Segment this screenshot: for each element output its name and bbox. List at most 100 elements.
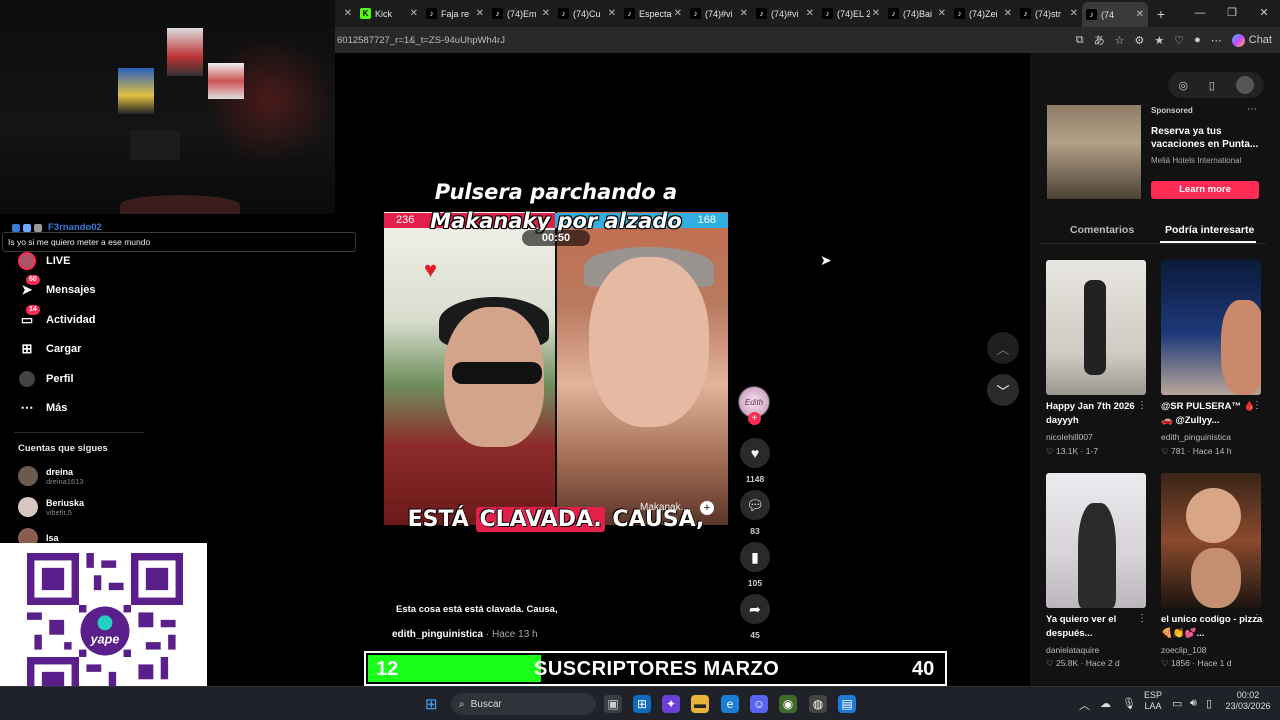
cloud-icon[interactable]: ☁	[1100, 697, 1111, 710]
open-in-app-icon[interactable]: ⧉	[1076, 34, 1084, 47]
close-tab-icon[interactable]: ✕	[872, 8, 880, 19]
minimize-icon[interactable]: —	[1184, 0, 1216, 27]
suggested-video-thumb[interactable]	[1161, 260, 1261, 395]
more-icon[interactable]: ⋮	[1252, 613, 1262, 624]
follow-plus-icon[interactable]: +	[748, 412, 761, 425]
file-explorer-icon[interactable]: ▬	[691, 695, 709, 713]
translate-icon[interactable]: あ	[1094, 32, 1105, 48]
ad-title[interactable]: Reserva ya tus vacaciones en Punta...	[1151, 125, 1259, 151]
close-tab-icon[interactable]: ✕	[674, 8, 682, 19]
following-item[interactable]: dreina dreina1613	[18, 466, 84, 486]
tab-interest[interactable]: Podría interesarte	[1165, 224, 1254, 236]
save-button[interactable]: ▮	[740, 542, 770, 572]
sidebar-item-mas[interactable]: ⋯ Más	[18, 399, 68, 417]
previous-video-button[interactable]: ︿	[987, 332, 1019, 364]
favorite-star-icon[interactable]: ☆	[1115, 34, 1125, 47]
browser-tab[interactable]: ♪ Faja re ✕	[422, 3, 488, 25]
suggested-video-thumb[interactable]	[1046, 260, 1146, 395]
url-text[interactable]: 6012587727_r=1&_t=ZS-94uUhpWh4rJ	[335, 35, 1076, 46]
suggested-video-user[interactable]: edith_pinguinistica	[1161, 432, 1231, 442]
store-icon[interactable]: ⊞	[633, 695, 651, 713]
extensions-icon[interactable]: ⚙	[1134, 34, 1144, 47]
browser-tab[interactable]: ♪ (74)Em ✕	[488, 3, 554, 25]
taskbar-search[interactable]: ⌕ Buscar	[451, 693, 596, 715]
suggested-video-thumb[interactable]	[1161, 473, 1261, 608]
share-button[interactable]: ➦	[740, 594, 770, 624]
task-view-icon[interactable]: ▣	[604, 695, 622, 713]
suggested-video-title[interactable]: el unico codigo - pizza 🍕👏💕...	[1161, 613, 1265, 641]
close-tab-icon[interactable]: ✕	[740, 8, 748, 19]
close-tab-icon[interactable]: ✕	[410, 8, 418, 19]
author-name[interactable]: edith_pinguinistica	[392, 629, 483, 640]
sidebar-item-mensajes[interactable]: ➤ 60 Mensajes	[18, 275, 96, 299]
browser-tab[interactable]: ♪ (74)#vi ✕	[686, 3, 752, 25]
close-tab-icon[interactable]: ✕	[938, 8, 946, 19]
video-player[interactable]: ♥	[384, 212, 728, 525]
ad-image[interactable]	[1047, 105, 1141, 199]
browser-tab[interactable]: ♪ (74)Cu ✕	[554, 3, 620, 25]
compass-icon[interactable]: ◎	[1178, 79, 1188, 92]
profile-avatar-icon[interactable]: ●	[1194, 34, 1201, 46]
app-icon[interactable]: ◉	[779, 695, 797, 713]
sidebar-item-live[interactable]: LIVE	[18, 252, 70, 270]
volume-icon[interactable]: 🔊︎	[1190, 697, 1197, 710]
browser-tab[interactable]: ♪ (74)Bai ✕	[884, 3, 950, 25]
more-icon[interactable]: ⋮	[1137, 613, 1147, 624]
following-item[interactable]: Beriuska vibefit.5	[18, 497, 84, 517]
close-tab-icon[interactable]: ✕	[476, 8, 484, 19]
suggested-video-title[interactable]: @SR PULSERA™ 🩸🚗 @Zullyy...	[1161, 400, 1265, 428]
browser-tab[interactable]: ♪ (74)str ✕	[1016, 3, 1082, 25]
browser-tab[interactable]: ♪ (74)#vi ✕	[752, 3, 818, 25]
phone-icon[interactable]: ▯	[1209, 79, 1215, 92]
close-tab-icon[interactable]: ✕	[542, 8, 550, 19]
sidebar-item-cargar[interactable]: ⊞ Cargar	[18, 340, 82, 358]
suggested-video-user[interactable]: nicolehill007	[1046, 432, 1093, 442]
next-video-button[interactable]: ﹀	[987, 374, 1019, 406]
restore-icon[interactable]: ❐	[1216, 0, 1248, 27]
obs-icon[interactable]: ◍	[809, 695, 827, 713]
more-icon[interactable]: ⋮	[1252, 400, 1262, 411]
close-tab-icon[interactable]: ✕	[1136, 9, 1144, 20]
like-button[interactable]: ♥	[740, 438, 770, 468]
browser-tab[interactable]: ♪ (74 ✕	[1082, 2, 1148, 27]
suggested-video-title[interactable]: Ya quiero ver el después...	[1046, 613, 1150, 641]
edge-browser-icon[interactable]: e	[721, 695, 739, 713]
close-tab-icon[interactable]: ✕	[344, 8, 352, 19]
copilot-app-icon[interactable]: ✦	[662, 695, 680, 713]
close-tab-icon[interactable]: ✕	[608, 8, 616, 19]
user-avatar[interactable]	[1235, 76, 1254, 94]
settings-more-icon[interactable]: ⋯	[1211, 34, 1222, 47]
browser-tab[interactable]: ♪ (74)Zei ✕	[950, 3, 1016, 25]
ad-more-icon[interactable]: ⋯	[1247, 104, 1257, 115]
windows-start-icon[interactable]: ⊞	[425, 695, 438, 713]
copilot-chat-button[interactable]: Chat	[1231, 33, 1272, 47]
tab-comments[interactable]: Comentarios	[1070, 224, 1134, 236]
sidebar-item-actividad[interactable]: ▭ 14 Actividad	[18, 305, 96, 329]
browser-tab[interactable]: ♪ Especta ✕	[620, 3, 686, 25]
clock[interactable]: 00:02 23/03/2026	[1222, 690, 1274, 712]
close-tab-icon[interactable]: ✕	[1004, 8, 1012, 19]
suggested-video-thumb[interactable]	[1046, 473, 1146, 608]
chevron-up-icon[interactable]: ︿	[1079, 697, 1090, 713]
add-icon[interactable]: +	[700, 501, 714, 515]
browser-tab[interactable]: K Kick ✕	[356, 3, 422, 25]
favorites-icon[interactable]: ★	[1154, 34, 1164, 47]
suggested-video-user[interactable]: danielataquire	[1046, 645, 1099, 655]
battery-icon[interactable]: ▯	[1206, 697, 1212, 710]
more-icon[interactable]: ⋮	[1137, 400, 1147, 411]
close-window-icon[interactable]: ✕	[1248, 0, 1280, 27]
discord-icon[interactable]: ☺	[750, 695, 768, 713]
video-author-row[interactable]: edith_pinguinistica · Hace 13 h	[392, 629, 538, 640]
microphone-icon[interactable]: 🎙︎	[1122, 697, 1136, 710]
close-tab-icon[interactable]: ✕	[806, 8, 814, 19]
learn-more-button[interactable]: Learn more	[1151, 181, 1259, 199]
browser-tab[interactable]: ♪ (74)EL 2 ✕	[818, 3, 884, 25]
close-tab-icon[interactable]: ✕	[1070, 8, 1078, 19]
new-tab-button[interactable]: +	[1148, 6, 1174, 22]
network-icon[interactable]: ▭	[1172, 697, 1182, 710]
app-icon[interactable]: ▤	[838, 695, 856, 713]
language-indicator[interactable]: ESP LAA	[1141, 690, 1165, 712]
comment-button[interactable]: 💬︎	[740, 490, 770, 520]
heartbeat-icon[interactable]: ♡	[1174, 34, 1184, 47]
sidebar-item-perfil[interactable]: Perfil	[18, 370, 74, 388]
